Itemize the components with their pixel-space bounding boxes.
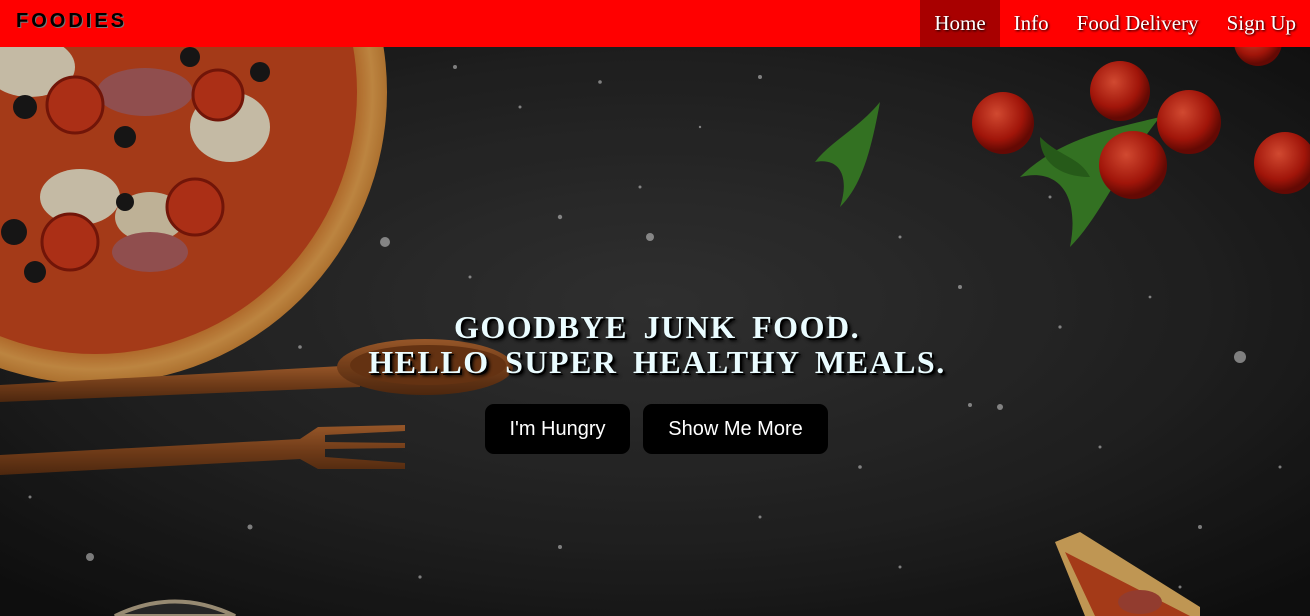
nav-link-food-delivery[interactable]: Food Delivery <box>1063 0 1213 47</box>
im-hungry-button[interactable]: I'm Hungry <box>485 404 630 454</box>
brand-logo[interactable]: FOODIES <box>16 10 127 33</box>
hero-section: GOODBYE JUNK FOOD. HELLO SUPER HEALTHY M… <box>0 47 1310 616</box>
top-navbar: FOODIES Home Info Food Delivery Sign Up <box>0 0 1310 47</box>
nav-links: Home Info Food Delivery Sign Up <box>920 0 1310 47</box>
show-me-more-button[interactable]: Show Me More <box>643 404 828 454</box>
landing-page: FOODIES Home Info Food Delivery Sign Up <box>0 0 1310 616</box>
nav-link-sign-up[interactable]: Sign Up <box>1213 0 1310 47</box>
nav-link-home[interactable]: Home <box>920 0 1000 47</box>
nav-link-info[interactable]: Info <box>1000 0 1063 47</box>
hero-headline-line-1: GOODBYE JUNK FOOD. <box>453 309 861 345</box>
hero-headline-line-2: HELLO SUPER HEALTHY MEALS. <box>368 344 946 380</box>
